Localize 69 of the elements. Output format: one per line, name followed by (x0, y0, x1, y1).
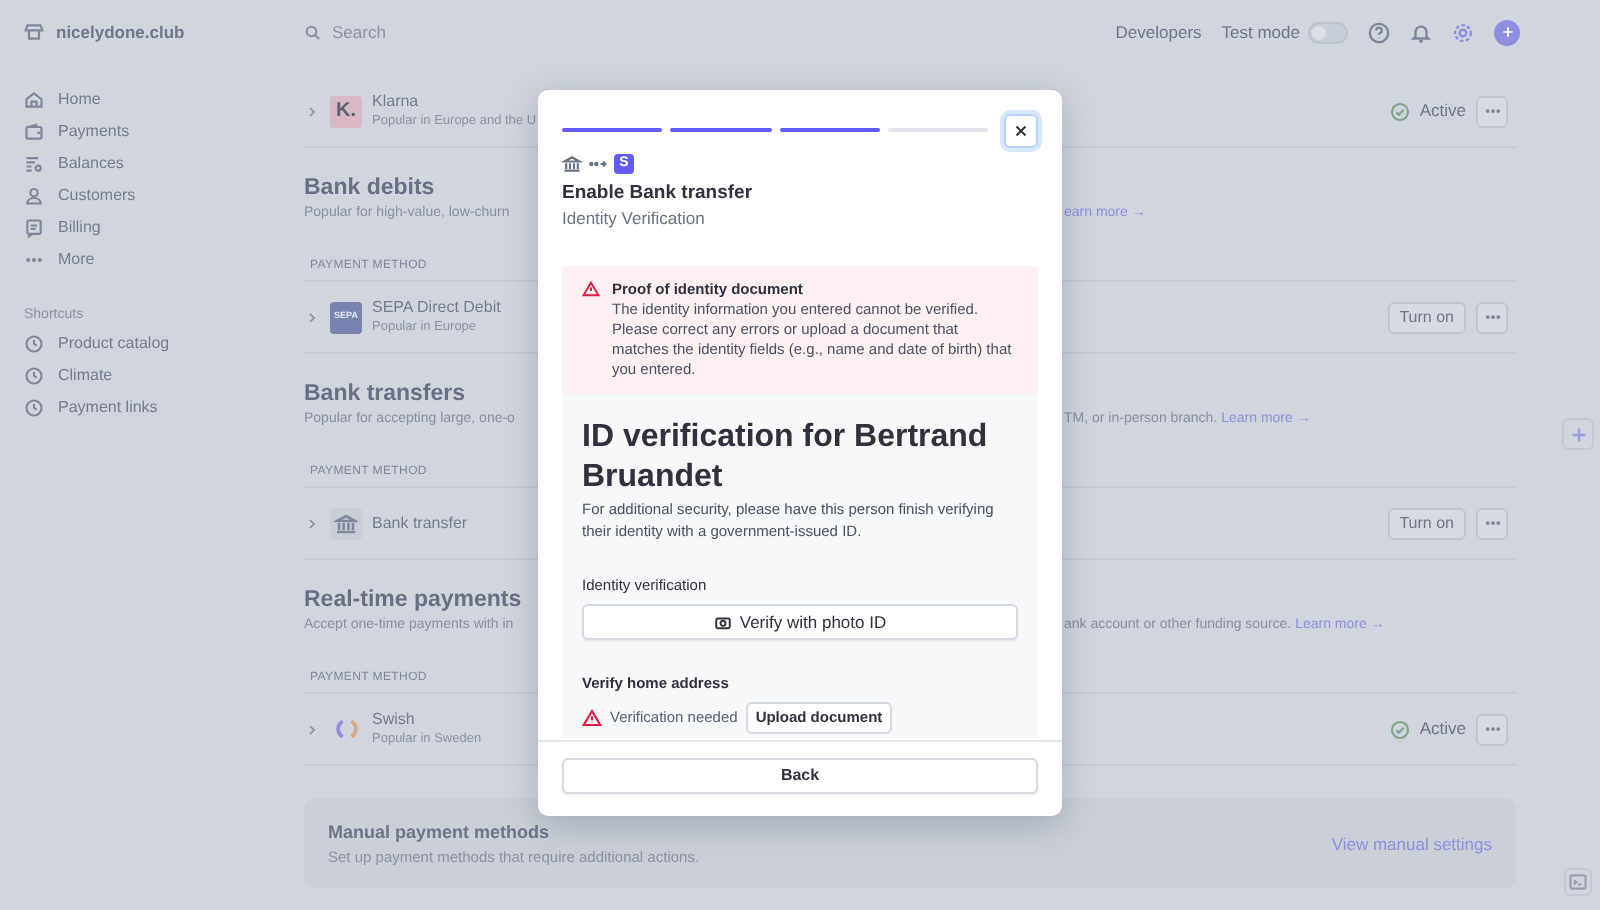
bell-icon[interactable] (1410, 21, 1432, 43)
close-button[interactable] (1004, 113, 1038, 147)
view-settings-link[interactable]: View manual settings (1331, 831, 1492, 855)
clock-icon (24, 334, 44, 354)
more-button[interactable] (1476, 301, 1508, 333)
status-label: Active (1419, 716, 1466, 742)
more-button[interactable] (1476, 507, 1508, 539)
section-title: Bank debits (304, 174, 435, 202)
balances-icon (24, 154, 44, 174)
shortcut-item[interactable]: Product catalog (58, 332, 170, 356)
logo: K. (330, 95, 362, 127)
turn-on-button[interactable]: Turn on (1387, 301, 1466, 333)
check-circle-icon (1389, 101, 1410, 121)
warning-icon (582, 280, 600, 298)
chevron-right-icon[interactable] (304, 721, 320, 737)
add-button[interactable] (1562, 418, 1594, 450)
modal-title: Enable Bank transfer (562, 180, 755, 206)
clock-icon (24, 366, 44, 386)
home-icon (24, 90, 44, 110)
shortcut-item[interactable]: Payment links (58, 396, 158, 420)
terminal-button[interactable] (1564, 868, 1592, 896)
more-button[interactable] (1476, 713, 1508, 745)
terminal-icon (1568, 872, 1588, 892)
sidebar-item[interactable]: Customers (58, 184, 136, 208)
turn-on-button[interactable]: Turn on (1387, 507, 1466, 539)
shortcut-item[interactable]: Climate (58, 364, 113, 388)
bank-icon (562, 153, 582, 174)
account-name[interactable]: nicelydone.club (56, 19, 185, 45)
method-name: Swish (372, 710, 417, 730)
clock-icon (24, 398, 44, 418)
test-mode-label: Test mode (1221, 19, 1300, 45)
sidebar-item[interactable]: Payments (58, 120, 130, 144)
status-label: Active (1419, 98, 1466, 124)
card-title: Manual payment methods (328, 819, 552, 845)
search-field[interactable]: Search (332, 19, 732, 45)
search-icon (304, 23, 322, 41)
test-mode-toggle[interactable] (1308, 21, 1348, 43)
method-name: Bank transfer (372, 513, 468, 533)
sidebar-item[interactable]: Home (58, 88, 101, 112)
method-name: SEPA Direct Debit (372, 298, 501, 318)
camera-icon (713, 613, 732, 631)
sidebar-item[interactable]: Balances (58, 152, 124, 176)
developers-link[interactable]: Developers (1115, 19, 1202, 45)
store-icon (24, 22, 44, 42)
warning-icon (582, 708, 602, 728)
section-title: Bank transfers (304, 380, 466, 408)
wallet-icon (24, 122, 44, 142)
section-title: Real-time payments (304, 586, 522, 614)
chevron-right-icon[interactable] (304, 309, 320, 325)
person-icon (24, 186, 44, 206)
plus-icon (1567, 423, 1589, 445)
sidebar-item[interactable]: More (58, 248, 95, 272)
help-icon[interactable] (1368, 21, 1390, 43)
plus-icon (1499, 24, 1515, 40)
sidebar-item[interactable]: Billing (58, 216, 101, 240)
back-button[interactable]: Back (562, 758, 1038, 794)
swirl-logo-icon (333, 716, 359, 742)
more-button[interactable] (1476, 95, 1508, 127)
create-button[interactable] (1494, 19, 1520, 45)
chevron-right-icon[interactable] (304, 103, 320, 119)
modal-subtitle: Identity Verification (562, 206, 707, 232)
chevron-right-icon[interactable] (304, 515, 320, 531)
close-icon (1012, 121, 1030, 139)
verify-photo-id-button[interactable]: Verify with photo ID (582, 604, 1018, 640)
check-circle-icon (1389, 719, 1410, 739)
bank-icon (334, 511, 358, 535)
billing-icon (24, 218, 44, 238)
settings-icon[interactable] (1452, 21, 1474, 43)
method-name: Klarna (372, 92, 421, 112)
